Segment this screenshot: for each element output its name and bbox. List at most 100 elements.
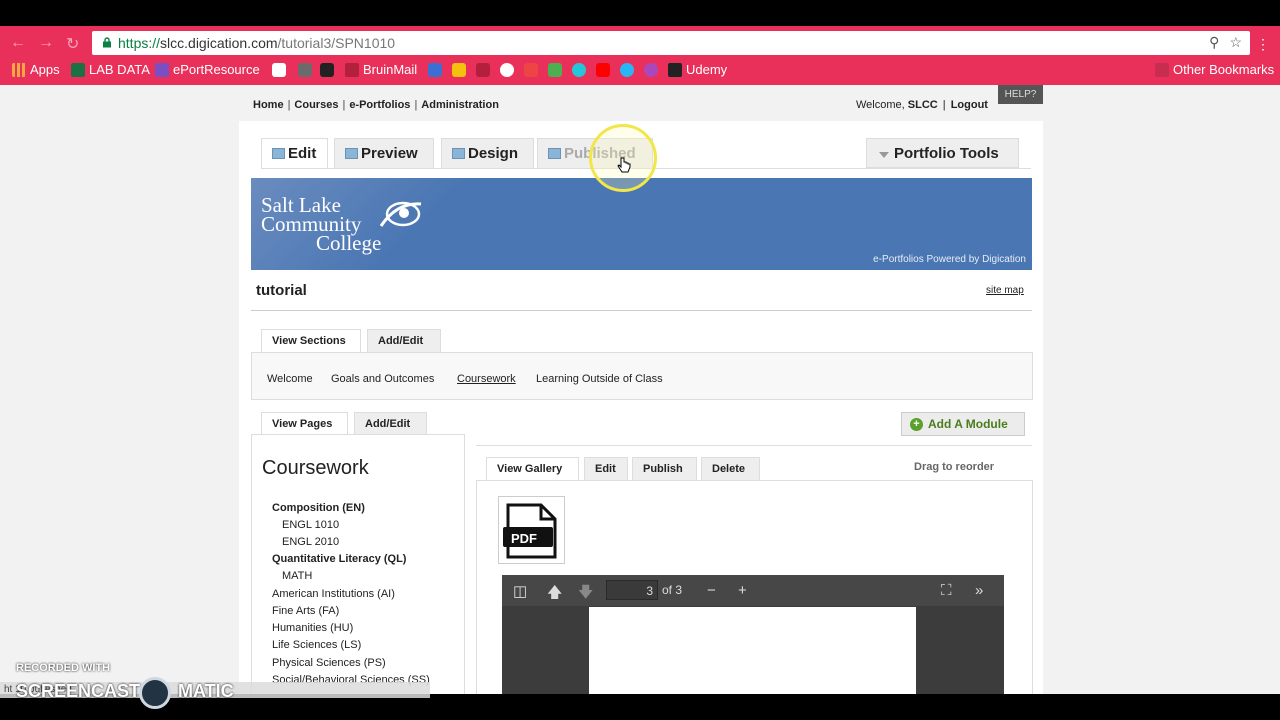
tab-view-pages[interactable]: View Pages — [261, 412, 348, 435]
powered-by: e-Portfolios Powered by Digication — [873, 254, 1026, 265]
screencast-watermark: SCREENCAST MATIC — [16, 681, 234, 701]
page-item[interactable]: MATH — [282, 570, 312, 582]
tab-view-gallery[interactable]: View Gallery — [486, 457, 579, 480]
site-map-link[interactable]: site map — [986, 285, 1024, 296]
page-item[interactable]: Humanities (HU) — [272, 622, 353, 634]
fullscreen-icon[interactable]: ⛶ — [941, 582, 952, 599]
url-text: https://slcc.digication.com/tutorial3/SP… — [118, 35, 396, 51]
bookmark-s-icon[interactable] — [320, 63, 334, 77]
username: SLCC — [907, 99, 938, 111]
pdf-thumbnail[interactable]: PDF — [498, 496, 565, 564]
welcome-area: Welcome, SLCC | Logout — [856, 99, 988, 111]
nav-home[interactable]: Home — [253, 99, 284, 111]
preview-tab-icon — [345, 148, 358, 159]
section-learning-outside-of-class[interactable]: Learning Outside of Class — [536, 373, 663, 385]
bookmark-doc-icon[interactable] — [298, 63, 312, 77]
tab-add-edit-sections[interactable]: Add/Edit — [367, 329, 441, 352]
page-item[interactable]: Composition (EN) — [272, 502, 365, 514]
page-item[interactable]: ENGL 2010 — [282, 536, 339, 548]
module-content: PDF ◫ 🡅 🡇 3 of 3 − + ⛶ » — [476, 480, 1033, 694]
bookmark-udemy[interactable]: Udemy — [668, 62, 727, 77]
section-welcome[interactable]: Welcome — [267, 373, 313, 385]
published-tab-icon — [548, 148, 561, 159]
pdf-viewer: ◫ 🡅 🡇 3 of 3 − + ⛶ » — [502, 575, 1004, 694]
nav-eportfolios[interactable]: e-Portfolios — [349, 99, 410, 111]
next-page-icon[interactable]: 🡇 — [578, 582, 593, 607]
bookmark-purple-icon[interactable] — [644, 63, 658, 77]
lock-icon — [103, 37, 111, 48]
add-module-button[interactable]: + Add A Module — [901, 412, 1025, 436]
bookmarks-bar: Apps LAB DATA ePortResource BruinMail Ud… — [0, 59, 1280, 81]
canva-icon[interactable] — [572, 63, 586, 77]
hand-cursor-icon — [617, 157, 631, 173]
menu-icon[interactable]: ⋮ — [1256, 36, 1270, 53]
excel-icon — [71, 62, 85, 77]
bookmark-eportresource[interactable]: ePortResource — [155, 62, 260, 77]
nav-administration[interactable]: Administration — [421, 99, 499, 111]
portfolio-title: tutorial — [256, 282, 307, 299]
plus-icon: + — [910, 418, 923, 431]
help-button[interactable]: HELP? — [998, 85, 1043, 104]
bookmark-apps[interactable]: Apps — [12, 62, 60, 77]
section-goals-and-outcomes[interactable]: Goals and Outcomes — [331, 373, 434, 385]
youtube-icon[interactable] — [596, 63, 610, 77]
edit-tab-icon — [272, 148, 285, 159]
screencast-logo-icon — [139, 677, 171, 709]
tools-chevron-icon[interactable]: » — [975, 582, 983, 599]
drag-to-reorder[interactable]: Drag to reorder — [914, 461, 994, 473]
top-navigation: Home | Courses | e-Portfolios | Administration — [253, 99, 499, 111]
zoom-in-icon[interactable]: + — [738, 582, 747, 599]
page-item[interactable]: Life Sciences (LS) — [272, 639, 361, 651]
zoom-out-icon[interactable]: − — [707, 582, 716, 599]
bookmark-grid-icon[interactable] — [524, 63, 538, 77]
clock-icon[interactable] — [500, 63, 514, 77]
bookmark-blue-icon[interactable] — [620, 63, 634, 77]
design-tab-icon — [452, 148, 465, 159]
tab-add-edit-pages[interactable]: Add/Edit — [354, 412, 427, 435]
browser-chrome: ← → ↻ https://slcc.digication.com/tutori… — [0, 26, 1280, 85]
pdf-toolbar: ◫ 🡅 🡇 3 of 3 − + ⛶ » — [502, 575, 1004, 606]
key-icon[interactable]: ⚲ — [1209, 34, 1219, 50]
tab-view-sections[interactable]: View Sections — [261, 329, 361, 352]
mail-icon — [345, 62, 359, 77]
address-bar[interactable]: https://slcc.digication.com/tutorial3/SP… — [92, 31, 1250, 55]
bookmark-other[interactable]: Other Bookmarks — [1155, 62, 1274, 77]
tab-delete-module[interactable]: Delete — [701, 457, 760, 480]
portfolio-tools-button[interactable]: Portfolio Tools — [866, 138, 1019, 168]
nav-courses[interactable]: Courses — [294, 99, 338, 111]
page-count: of 3 — [662, 583, 683, 597]
star-icon[interactable]: ☆ — [1229, 34, 1242, 50]
forward-arrow-icon[interactable]: → — [38, 34, 54, 52]
section-coursework[interactable]: Coursework — [457, 373, 516, 385]
bookmark-bruinmail[interactable]: BruinMail — [345, 62, 417, 77]
bookmark-d-icon[interactable] — [272, 63, 286, 77]
bookmark-red-icon[interactable] — [476, 63, 490, 77]
calendar-icon[interactable] — [428, 63, 442, 77]
divider — [251, 310, 1032, 311]
page-item[interactable]: ENGL 1010 — [282, 519, 339, 531]
previous-page-icon[interactable]: 🡅 — [547, 582, 562, 607]
college-banner: Salt Lake Community College e-Portfolios… — [251, 178, 1032, 270]
tab-design[interactable]: Design — [441, 138, 534, 168]
reload-icon[interactable]: ↻ — [66, 34, 79, 54]
eport-icon — [155, 62, 169, 77]
bookmark-green-icon[interactable] — [548, 63, 562, 77]
tab-publish-module[interactable]: Publish — [632, 457, 697, 480]
folder-icon — [1155, 62, 1169, 77]
page-item[interactable]: Physical Sciences (PS) — [272, 657, 386, 669]
page-item[interactable]: Quantitative Literacy (QL) — [272, 553, 406, 565]
page-item[interactable]: Fine Arts (FA) — [272, 605, 339, 617]
apps-grid-icon — [12, 62, 26, 77]
pages-heading: Coursework — [262, 457, 369, 479]
drive-icon[interactable] — [452, 63, 466, 77]
page-number-input[interactable]: 3 — [606, 580, 658, 600]
back-arrow-icon[interactable]: ← — [10, 34, 26, 52]
bookmark-lab-data[interactable]: LAB DATA — [71, 62, 150, 77]
tab-edit-module[interactable]: Edit — [584, 457, 628, 480]
logout-link[interactable]: Logout — [951, 99, 988, 111]
page-item[interactable]: American Institutions (AI) — [272, 588, 395, 600]
pages-list: Coursework Composition (EN) ENGL 1010 ENGL… — [251, 434, 465, 694]
tab-preview[interactable]: Preview — [334, 138, 434, 168]
tab-edit[interactable]: Edit — [261, 138, 328, 169]
sidebar-toggle-icon[interactable]: ◫ — [513, 582, 527, 600]
